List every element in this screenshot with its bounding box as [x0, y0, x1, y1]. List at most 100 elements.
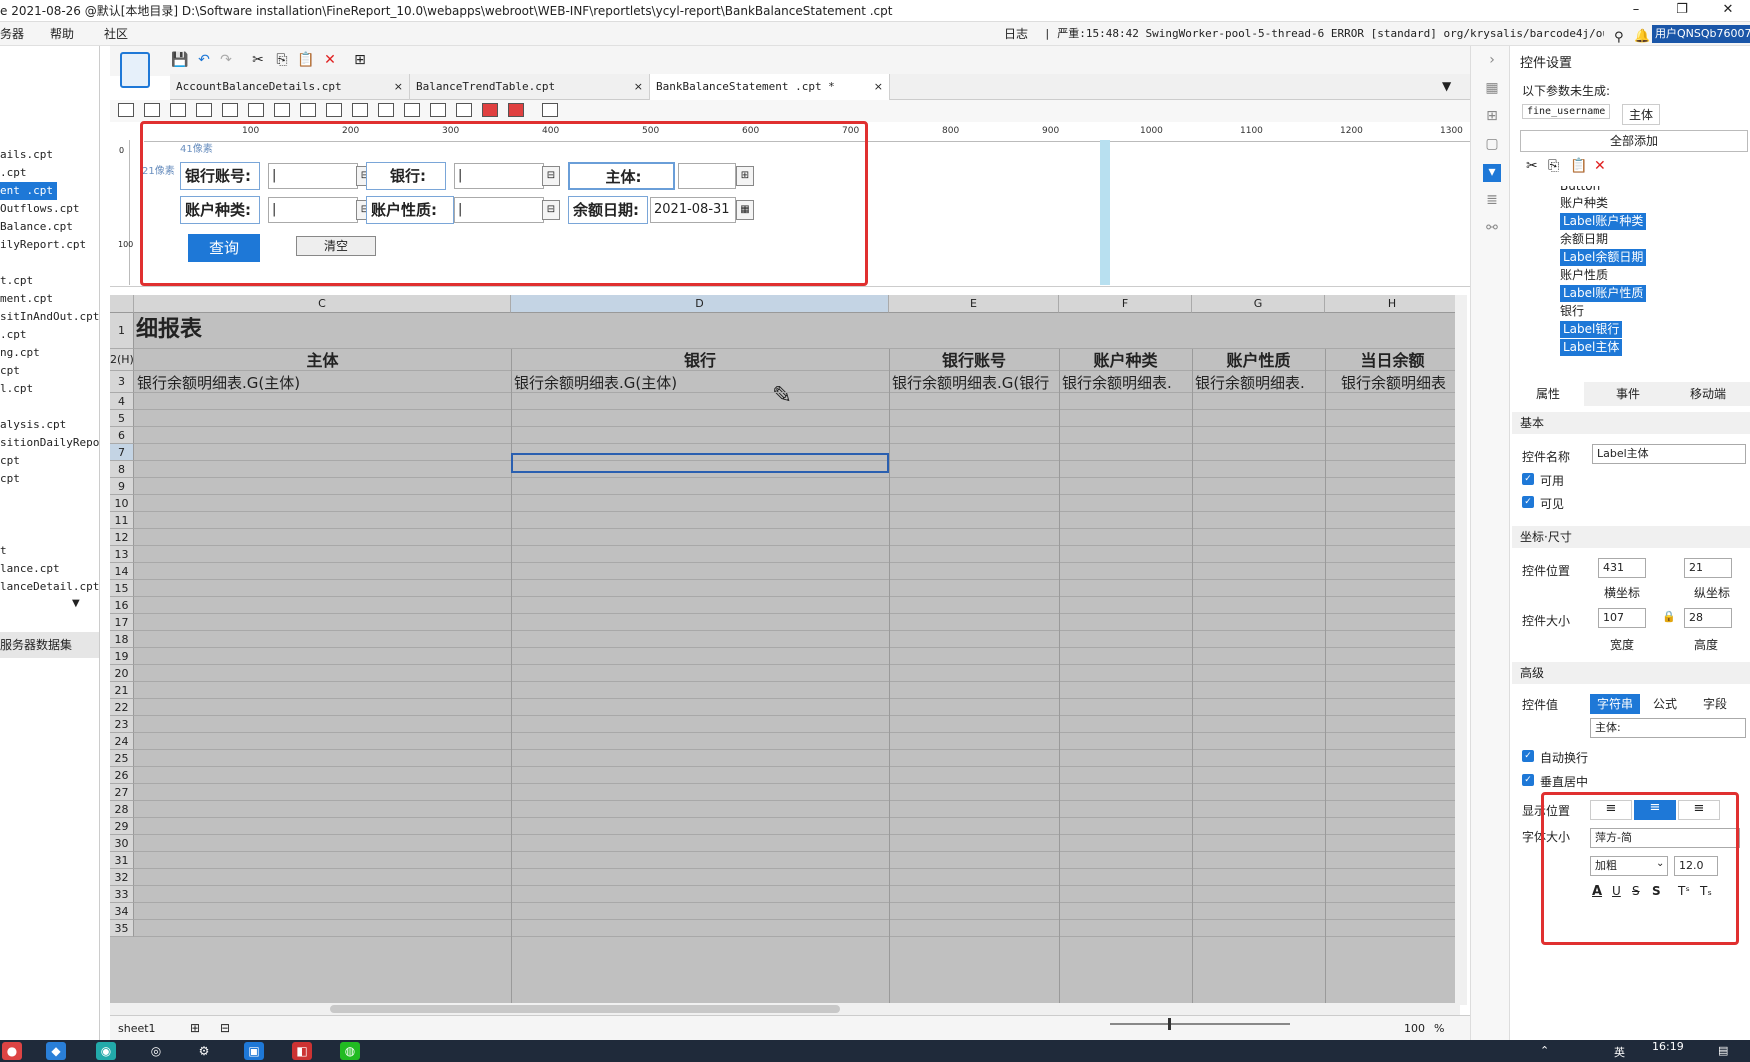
widget-number-icon[interactable] [274, 103, 290, 117]
browser-icon[interactable]: ◎ [146, 1042, 166, 1060]
widget-list-icon[interactable] [222, 103, 238, 117]
file-item[interactable]: lanceDetail.cpt [0, 578, 99, 596]
widget-treecombo-icon[interactable] [456, 103, 472, 117]
data-cell-type[interactable]: 银行余额明细表. [1059, 373, 1192, 393]
clock[interactable]: 16:19 [1652, 1040, 1684, 1053]
file-item[interactable]: cpt [0, 362, 20, 380]
row-header[interactable]: 4 [110, 393, 134, 410]
tab-list-icon[interactable]: ▼ [1442, 79, 1451, 93]
vcenter-checkbox[interactable]: ✓ [1522, 774, 1534, 786]
template-icon[interactable] [120, 52, 150, 88]
cell-attr-icon[interactable]: ⊞ [1483, 108, 1501, 126]
settings-icon[interactable]: ⚙ [194, 1042, 214, 1060]
value-type-field[interactable]: 字段 [1690, 694, 1740, 714]
data-cell-balance[interactable]: 银行余额明细表 [1325, 373, 1460, 393]
save-icon[interactable]: 💾 [170, 50, 190, 70]
delete-icon[interactable]: ✕ [320, 50, 340, 70]
header-account-type[interactable]: 账户种类 [1059, 351, 1192, 371]
menu-community[interactable]: 社区 [104, 22, 128, 45]
widget-label-icon[interactable] [144, 103, 160, 117]
pos-y-input[interactable]: 21 [1684, 558, 1732, 578]
header-entity[interactable]: 主体 [134, 351, 511, 371]
enabled-checkbox[interactable]: ✓ [1522, 473, 1534, 485]
tab-mobile[interactable]: 移动端 [1668, 382, 1748, 406]
row-header[interactable]: 2(H) [110, 349, 134, 371]
row-header[interactable]: 26 [110, 767, 134, 784]
section-basic[interactable]: 基本 [1512, 412, 1750, 434]
file-item[interactable]: ment.cpt [0, 290, 53, 308]
row-header[interactable]: 29 [110, 818, 134, 835]
widget-radio-icon[interactable] [326, 103, 342, 117]
col-header[interactable]: E [889, 295, 1059, 313]
tree-item[interactable]: Label银行 [1560, 321, 1623, 338]
tree-item[interactable]: Label账户性质 [1560, 285, 1647, 302]
header-account-nature[interactable]: 账户性质 [1192, 351, 1325, 371]
file-item[interactable]: Balance.cpt [0, 218, 73, 236]
widget-tab-icon[interactable] [404, 103, 420, 117]
add-polysheet-icon[interactable]: ⊟ [220, 1016, 230, 1041]
delete-icon[interactable]: ✕ [1594, 158, 1606, 174]
paste-icon[interactable]: 📋 [296, 50, 316, 70]
tree-item[interactable]: Label账户种类 [1560, 213, 1647, 230]
layout-icon[interactable]: ▦ [1483, 80, 1501, 98]
tab-bank-balance-statement[interactable]: BankBalanceStatement .cpt * × [650, 74, 890, 100]
wechat-icon[interactable]: ◍ [340, 1042, 360, 1060]
lock-icon[interactable]: 🔒 [1662, 610, 1676, 623]
value-type-formula[interactable]: 公式 [1642, 694, 1688, 714]
file-item[interactable]: ilyReport.cpt [0, 236, 86, 254]
col-header[interactable]: D [511, 295, 889, 313]
close-button[interactable]: ✕ [1718, 0, 1738, 21]
tab-properties[interactable]: 属性 [1512, 382, 1584, 406]
user-badge[interactable]: 用户QNSQb760071 [1652, 25, 1750, 43]
tree-item[interactable]: 余额日期 [1560, 231, 1608, 248]
file-item[interactable]: cpt [0, 452, 20, 470]
file-item[interactable]: l.cpt [0, 380, 33, 398]
header-bank[interactable]: 银行 [511, 351, 889, 371]
tree-item[interactable]: 账户性质 [1560, 267, 1608, 284]
file-item[interactable]: ails.cpt [0, 146, 53, 164]
redo-icon[interactable]: ↷ [216, 50, 236, 70]
log-label[interactable]: 日志 [1004, 22, 1028, 45]
row-header[interactable]: 30 [110, 835, 134, 852]
copy-icon[interactable]: ⎘ [1548, 158, 1559, 174]
row-header[interactable]: 14 [110, 563, 134, 580]
header-bank-account[interactable]: 银行账号 [889, 351, 1059, 371]
tab-balance-trend-table[interactable]: BalanceTrendTable.cpt × [410, 74, 650, 100]
row-header[interactable]: 23 [110, 716, 134, 733]
tab-events[interactable]: 事件 [1592, 382, 1664, 406]
tree-item[interactable]: 账户种类 [1560, 195, 1608, 212]
widget-combo-icon[interactable] [196, 103, 212, 117]
finereport-icon[interactable]: ▣ [244, 1042, 264, 1060]
server-dataset-section[interactable]: 服务器数据集 [0, 632, 99, 658]
minimize-button[interactable]: – [1626, 0, 1646, 21]
row-header[interactable]: 17 [110, 614, 134, 631]
report-title[interactable]: 细报表 [136, 317, 202, 343]
row-header[interactable]: 32 [110, 869, 134, 886]
row-header[interactable]: 16 [110, 597, 134, 614]
widget-date-icon[interactable] [482, 103, 498, 117]
file-item[interactable]: .cpt [0, 164, 27, 182]
tree-item[interactable]: Label余额日期 [1560, 249, 1647, 266]
widget-settings-icon[interactable]: ▾ [1483, 164, 1501, 182]
file-item[interactable]: Outflows.cpt [0, 200, 79, 218]
frame-icon[interactable]: ▢ [1483, 136, 1501, 154]
zoom-slider[interactable] [1110, 1023, 1290, 1025]
param-chip-username[interactable]: fine_username [1522, 104, 1611, 119]
row-header[interactable]: 12 [110, 529, 134, 546]
copy-icon[interactable]: ⎘ [272, 50, 292, 70]
widget-textarea-icon[interactable] [300, 103, 316, 117]
widget-daterange-icon[interactable] [508, 103, 524, 117]
bell-icon[interactable]: 🔔 [1634, 25, 1650, 45]
edge-icon[interactable]: ◉ [96, 1042, 116, 1060]
col-header[interactable]: H [1325, 295, 1460, 313]
chevron-down-icon[interactable]: ▼ [72, 598, 80, 609]
preview-icon[interactable]: ⊞ [350, 50, 370, 70]
header-daily-balance[interactable]: 当日余额 [1325, 351, 1460, 371]
restore-button[interactable]: ❐ [1672, 0, 1692, 21]
sheet-tab[interactable]: sheet1 [118, 1016, 156, 1041]
add-all-button[interactable]: 全部添加 [1520, 130, 1748, 152]
row-header[interactable]: 22 [110, 699, 134, 716]
search-icon[interactable]: ⚲ [1614, 26, 1624, 45]
row-header[interactable]: 31 [110, 852, 134, 869]
row-header[interactable]: 15 [110, 580, 134, 597]
